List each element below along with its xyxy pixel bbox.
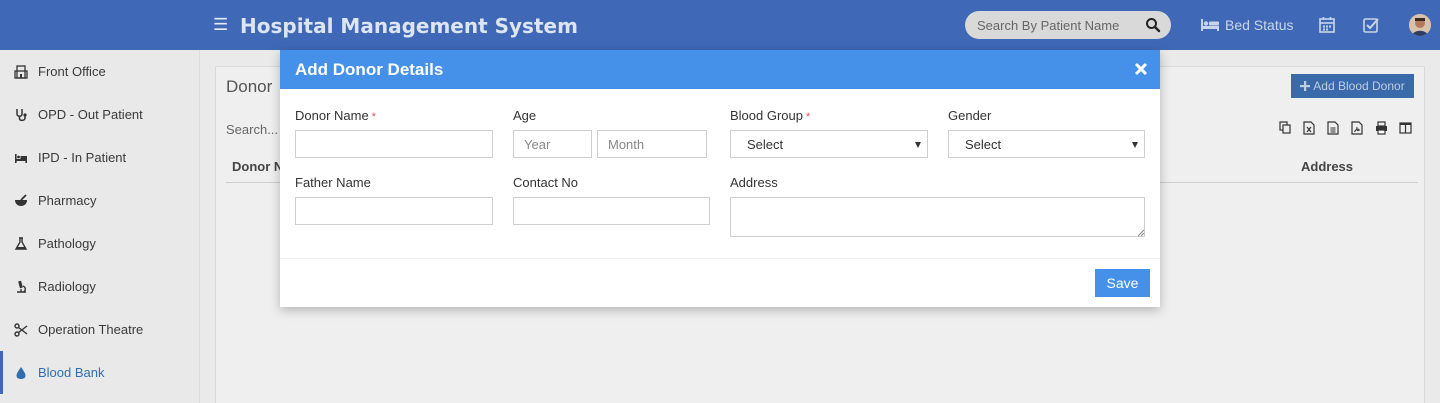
dropdown-caret-icon <box>915 142 921 148</box>
blood-group-label: Blood Group * <box>730 108 811 123</box>
contact-no-input[interactable] <box>513 197 710 225</box>
gender-select[interactable]: Select <box>948 130 1145 158</box>
resize-grip-icon[interactable] <box>1137 229 1145 237</box>
dropdown-caret-icon <box>1132 142 1138 148</box>
blood-group-select[interactable]: Select <box>730 130 928 158</box>
donor-name-label: Donor Name * <box>295 108 376 123</box>
father-name-input[interactable] <box>295 197 493 225</box>
close-icon[interactable] <box>1134 62 1148 76</box>
modal-title: Add Donor Details <box>295 60 444 79</box>
gender-label: Gender <box>948 108 992 123</box>
required-mark: * <box>806 111 811 123</box>
add-donor-modal: Add Donor Details Donor Name* Age Blood … <box>280 50 1160 307</box>
father-name-label: Father Name <box>295 175 371 190</box>
donor-name-input[interactable] <box>295 130 493 158</box>
save-button[interactable]: Save <box>1095 269 1150 297</box>
modal-footer-divider <box>280 258 1160 259</box>
required-mark: * <box>371 111 376 123</box>
contact-no-label: Contact No <box>513 175 579 190</box>
address-label: Address <box>730 175 778 190</box>
age-year-input[interactable] <box>513 130 592 158</box>
address-textarea[interactable] <box>730 197 1145 237</box>
gender-selected-value: Select <box>965 136 1002 152</box>
age-month-input[interactable] <box>597 130 707 158</box>
modal-header: Add Donor Details <box>280 50 1160 89</box>
age-label: Age <box>513 108 537 123</box>
blood-group-selected-value: Select <box>747 136 784 152</box>
